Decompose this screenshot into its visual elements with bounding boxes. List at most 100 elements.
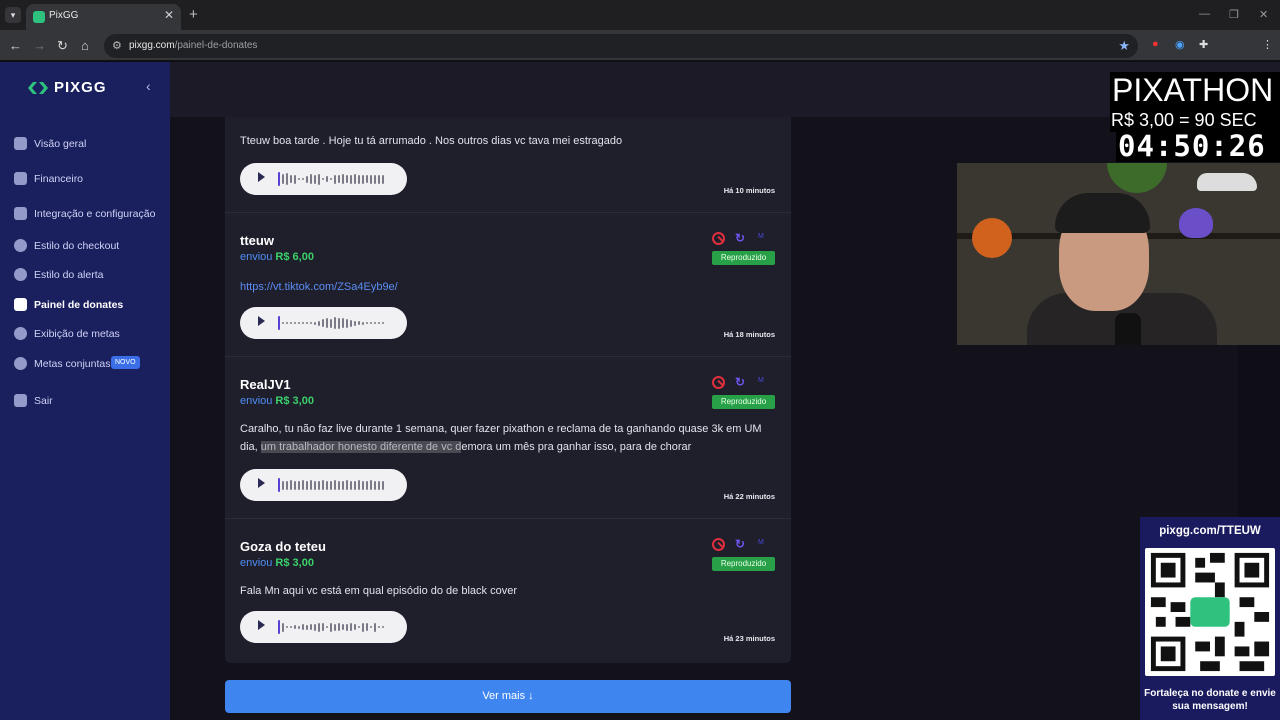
logo-text: PIXGG [54, 79, 107, 96]
sidebar-item-visao-geral[interactable]: Visão geral [14, 135, 164, 155]
arrow-down-icon: ↓ [528, 690, 534, 702]
status-badge: Reproduzido [712, 251, 775, 265]
sidebar-item-financeiro[interactable]: Financeiro [14, 170, 164, 190]
waveform[interactable] [278, 476, 396, 494]
mute-icon[interactable]: M [758, 233, 764, 240]
url-text: pixgg.com/painel-de-donates [129, 40, 258, 51]
sidebar-item-estilo-alerta[interactable]: Estilo do alerta [14, 266, 164, 286]
donation-card: Goza do teteu enviou R$ 3,00 ↻ M Reproduz… [225, 519, 791, 663]
sidebar-item-integracao[interactable]: Integração e configuração [14, 205, 164, 225]
donation-actions: ↻ M [712, 375, 772, 390]
logout-icon [14, 394, 27, 407]
audio-player[interactable] [240, 611, 407, 643]
donation-card: tteuw enviou R$ 6,00 ↻ M Reproduzido http… [225, 213, 791, 357]
play-icon[interactable] [258, 316, 265, 326]
donations-list: Tteuw boa tarde . Hoje tu tá arrumado . … [225, 117, 791, 663]
donation-message: Tteuw boa tarde . Hoje tu tá arrumado . … [240, 135, 623, 147]
donation-card: Tteuw boa tarde . Hoje tu tá arrumado . … [225, 117, 791, 213]
wallet-icon [14, 172, 27, 185]
play-icon[interactable] [258, 478, 265, 488]
audio-player[interactable] [240, 307, 407, 339]
donation-time: Há 18 minutos [723, 330, 775, 339]
donation-actions: ↻ M [712, 231, 772, 246]
collapse-sidebar-icon[interactable]: ‹ [146, 78, 151, 94]
extension-icon[interactable]: ● [1152, 38, 1159, 50]
minimize-icon[interactable]: — [1199, 8, 1210, 20]
new-tab-icon[interactable]: + [189, 6, 198, 23]
sidebar-item-exibicao-metas[interactable]: Exibição de metas [14, 325, 164, 345]
browser-tabbar: ▾ PixGG ✕ + — ❐ ✕ [0, 0, 1280, 30]
donation-actions: ↻ M [712, 537, 772, 552]
qr-url: pixgg.com/TTEUW [1159, 525, 1261, 537]
donation-amount-line: enviou R$ 3,00 [240, 395, 314, 407]
close-tab-icon[interactable]: ✕ [164, 8, 174, 22]
browser-menu-icon[interactable]: ⋮ [1262, 38, 1273, 51]
browser-tab[interactable]: PixGG ✕ [26, 4, 181, 30]
extension-icon[interactable]: ◉ [1175, 38, 1185, 51]
rocket-icon [14, 357, 27, 370]
reload-icon[interactable]: ↻ [57, 38, 68, 54]
status-badge: Reproduzido [712, 395, 775, 409]
replay-icon[interactable]: ↻ [735, 231, 745, 245]
tab-search-icon[interactable]: ▾ [5, 7, 21, 23]
home-icon [14, 137, 27, 150]
bookmark-star-icon[interactable]: ★ [1118, 38, 1130, 54]
play-icon[interactable] [258, 620, 265, 630]
donation-time: Há 10 minutos [723, 186, 775, 195]
donation-amount-line: enviou R$ 6,00 [240, 251, 314, 263]
donation-time: Há 23 minutos [723, 634, 775, 643]
waveform[interactable] [278, 618, 396, 636]
replay-icon[interactable]: ↻ [735, 537, 745, 551]
play-icon[interactable] [258, 172, 265, 182]
see-more-button[interactable]: Ver mais ↓ [225, 680, 791, 713]
donation-time: Há 22 minutos [723, 492, 775, 501]
sidebar-item-painel-donates[interactable]: Painel de donates [14, 296, 164, 316]
restore-icon[interactable]: ❐ [1229, 8, 1239, 21]
pixathon-title: PIXATHON [1110, 72, 1280, 108]
star-icon [14, 327, 27, 340]
palette-icon [14, 239, 27, 252]
extensions-puzzle-icon[interactable]: ✚ [1199, 38, 1208, 51]
palette-icon [14, 268, 27, 281]
donor-name: tteuw [240, 233, 274, 248]
block-icon[interactable] [712, 232, 725, 245]
audio-player[interactable] [240, 469, 407, 501]
sidebar-item-sair[interactable]: Sair [14, 392, 164, 412]
back-icon[interactable]: ← [9, 38, 22, 53]
qr-cta-text: Fortaleça no donate e envie sua mensagem… [1144, 688, 1276, 712]
waveform[interactable] [278, 170, 396, 188]
mute-icon[interactable]: M [758, 377, 764, 384]
replay-icon[interactable]: ↻ [735, 375, 745, 389]
block-icon[interactable] [712, 538, 725, 551]
donation-message: Fala Mn aqui vc está em qual episódio do… [240, 585, 517, 597]
settings-doc-icon [14, 207, 27, 220]
pixathon-timer: 04:50:26 [1116, 130, 1280, 162]
close-window-icon[interactable]: ✕ [1259, 8, 1268, 21]
address-bar: ← → ↻ ⌂ ⚙ pixgg.com/painel-de-donates ★ … [0, 30, 1280, 82]
favicon-icon [33, 11, 45, 23]
block-icon[interactable] [712, 376, 725, 389]
url-field[interactable]: ⚙ pixgg.com/painel-de-donates ★ [104, 34, 1138, 58]
donation-message-link[interactable]: https://vt.tiktok.com/ZSa4Eyb9e/ [240, 279, 770, 297]
logo-icon [28, 82, 48, 94]
donation-card: RealJV1 enviou R$ 3,00 ↻ M Reproduzido Ca… [225, 357, 791, 519]
sidebar-item-metas-conjuntas[interactable]: Metas conjuntas NOVO [14, 355, 164, 375]
webcam-feed [957, 163, 1280, 345]
qr-code [1145, 548, 1275, 676]
sidebar: PIXGG ‹ Visão geral Financeiro Integraçã… [0, 62, 170, 720]
donate-hand-icon [14, 298, 27, 311]
home-icon[interactable]: ⌂ [81, 38, 89, 53]
tab-title: PixGG [49, 10, 79, 21]
donation-amount-line: enviou R$ 3,00 [240, 557, 314, 569]
donor-name: Goza do teteu [240, 539, 326, 554]
waveform[interactable] [278, 314, 396, 332]
donor-name: RealJV1 [240, 377, 291, 392]
site-info-icon[interactable]: ⚙ [112, 39, 122, 52]
qr-donate-overlay: pixgg.com/TTEUW Fortaleça no donate e en… [1140, 517, 1280, 720]
audio-player[interactable] [240, 163, 407, 195]
new-badge: NOVO [111, 356, 140, 369]
mute-icon[interactable]: M [758, 539, 764, 546]
sidebar-item-estilo-checkout[interactable]: Estilo do checkout [14, 237, 164, 257]
forward-icon[interactable]: → [33, 38, 46, 53]
donation-message: Caralho, tu não faz live durante 1 seman… [240, 423, 762, 453]
